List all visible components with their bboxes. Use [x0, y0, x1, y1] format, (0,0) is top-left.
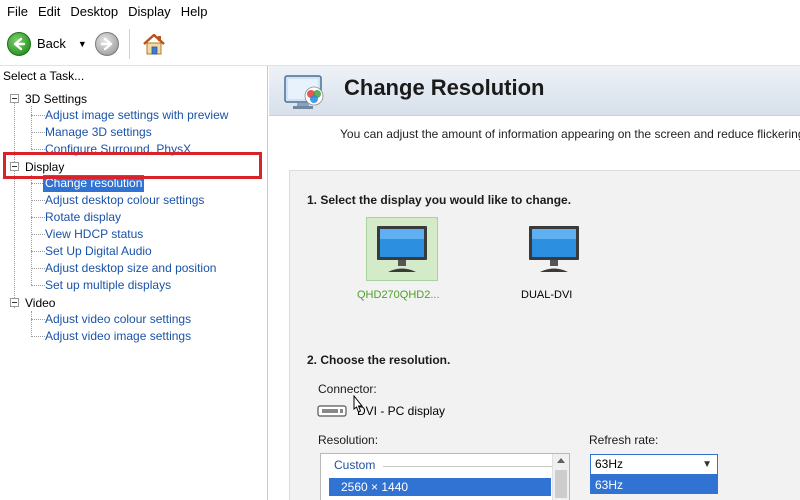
back-arrow-icon[interactable]: [7, 31, 31, 56]
tree-line: [31, 234, 45, 235]
refresh-rate-option[interactable]: 63Hz: [590, 475, 718, 494]
tree-line: [31, 251, 45, 252]
back-button[interactable]: Back: [37, 36, 66, 51]
task-adjust-video-colour[interactable]: Adjust video colour settings: [45, 311, 191, 328]
monitor-icon: [529, 226, 579, 272]
category-label: Video: [25, 295, 56, 310]
tree-line: [14, 102, 15, 308]
tree-category-3d-settings[interactable]: 3D Settings: [10, 90, 87, 107]
toolbar-separator: [128, 28, 130, 59]
task-adjust-image-settings[interactable]: Adjust image settings with preview: [45, 107, 228, 124]
task-panel: Select a Task... 3D Settings Adjust imag…: [0, 66, 268, 500]
display-name-dual-dvi[interactable]: DUAL-DVI: [521, 289, 572, 301]
connector-value: DVI - PC display: [357, 404, 446, 418]
tree-line: [31, 311, 32, 337]
collapse-icon[interactable]: [10, 94, 19, 103]
tree-line: [31, 115, 45, 116]
tree-line: [31, 106, 32, 149]
menu-bar: File Edit Desktop Display Help: [0, 0, 800, 22]
refresh-rate-value: 63Hz: [595, 457, 624, 471]
task-rotate-display[interactable]: Rotate display: [45, 209, 121, 226]
resolution-list[interactable]: Custom 2560 × 1440: [320, 453, 570, 500]
page-banner: Change Resolution: [269, 66, 800, 116]
display-tile-dual-dvi[interactable]: [518, 217, 590, 281]
tree-line: [31, 285, 45, 286]
page-title: Change Resolution: [344, 75, 545, 100]
group-divider: [383, 466, 553, 467]
task-set-up-multiple-displays[interactable]: Set up multiple displays: [45, 277, 171, 294]
step1-title: 1. Select the display you would like to …: [307, 193, 572, 207]
connector-label: Connector:: [318, 382, 377, 396]
resolution-scrollbar[interactable]: [552, 454, 569, 500]
step2-title: 2. Choose the resolution.: [307, 353, 451, 367]
chevron-down-icon[interactable]: ▼: [702, 455, 712, 474]
menu-display[interactable]: Display: [125, 4, 178, 19]
task-view-hdcp-status[interactable]: View HDCP status: [45, 226, 143, 243]
tree-line: [31, 200, 45, 201]
task-set-up-digital-audio[interactable]: Set Up Digital Audio: [45, 243, 152, 260]
scroll-thumb[interactable]: [555, 470, 567, 498]
page-description: You can adjust the amount of information…: [340, 127, 800, 141]
dvi-connector-icon: [317, 405, 347, 417]
resolution-label: Resolution:: [318, 433, 379, 447]
tree-category-video[interactable]: Video: [10, 294, 55, 311]
display-settings-icon: [283, 72, 331, 112]
menu-help[interactable]: Help: [178, 4, 215, 19]
menu-file[interactable]: File: [4, 4, 35, 19]
collapse-icon[interactable]: [10, 298, 19, 307]
settings-content: 1. Select the display you would like to …: [289, 170, 800, 500]
resolution-group-custom: Custom: [334, 458, 376, 472]
task-adjust-desktop-colour[interactable]: Adjust desktop colour settings: [45, 192, 204, 209]
display-name-qhd270[interactable]: QHD270QHD2...: [357, 289, 440, 301]
menu-desktop[interactable]: Desktop: [67, 4, 125, 19]
task-panel-header: Select a Task...: [3, 69, 85, 83]
mouse-pointer-icon: [353, 395, 364, 413]
connector-info: DVI - PC display: [317, 404, 445, 418]
toolbar: Back ▼: [0, 22, 800, 66]
home-icon[interactable]: [140, 30, 168, 58]
category-label: 3D Settings: [25, 91, 88, 106]
back-history-dropdown-icon[interactable]: ▼: [78, 39, 87, 49]
main-panel: Change Resolution You can adjust the amo…: [269, 66, 800, 500]
tree-line: [31, 132, 45, 133]
refresh-rate-select[interactable]: 63Hz ▼: [590, 454, 718, 475]
tree-line: [31, 217, 45, 218]
forward-arrow-icon[interactable]: [94, 31, 119, 56]
task-manage-3d-settings[interactable]: Manage 3D settings: [45, 124, 152, 141]
scroll-up-arrow-icon[interactable]: [557, 458, 565, 463]
task-adjust-video-image[interactable]: Adjust video image settings: [45, 328, 191, 345]
tree-line: [31, 319, 45, 320]
menu-edit[interactable]: Edit: [35, 4, 67, 19]
display-tile-qhd270[interactable]: [366, 217, 438, 281]
task-adjust-desktop-size[interactable]: Adjust desktop size and position: [45, 260, 216, 277]
tree-line: [31, 268, 45, 269]
monitor-icon: [377, 226, 427, 272]
resolution-option-selected[interactable]: 2560 × 1440: [329, 478, 551, 496]
refresh-rate-label: Refresh rate:: [589, 433, 659, 447]
tree-line: [31, 149, 45, 150]
tree-line: [31, 336, 45, 337]
highlight-annotation-box: [3, 152, 262, 179]
